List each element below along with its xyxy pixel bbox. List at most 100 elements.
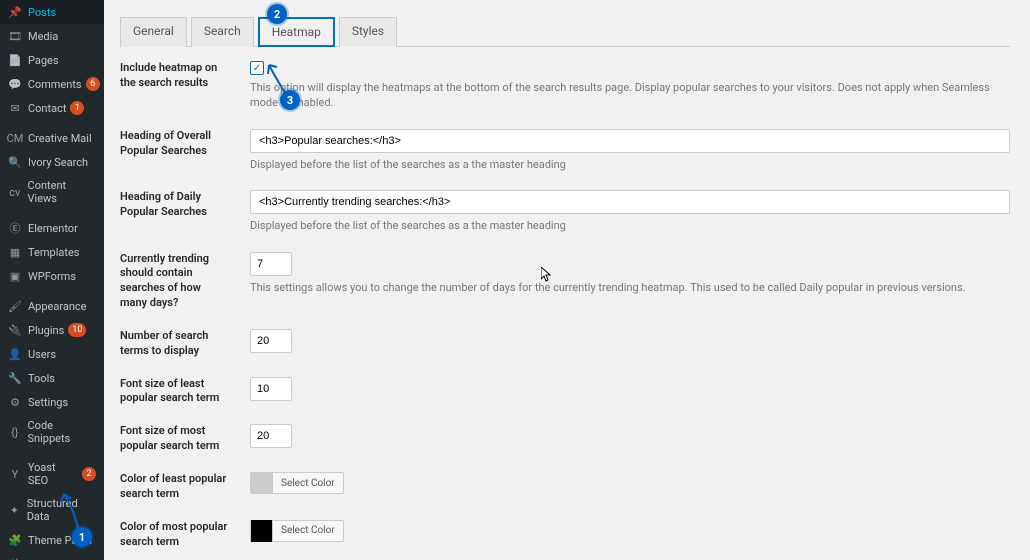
desc-heading-overall: Displayed before the list of the searche…	[250, 157, 1010, 172]
media-icon: 🎞	[8, 29, 22, 43]
sidebar-item-yoast-seo[interactable]: Y Yoast SEO 2	[0, 456, 104, 492]
content-views-icon: cv	[8, 185, 22, 199]
checkbox-include-heatmap[interactable]: ✓	[250, 61, 264, 75]
desc-trending-days: This settings allows you to change the n…	[250, 280, 1010, 295]
sidebar-item-label: Structured Data	[27, 497, 96, 523]
field-include-heatmap: Include heatmap on the search results ✓ …	[120, 61, 1010, 111]
sidebar-item-plugins[interactable]: 🔌Plugins10	[0, 318, 104, 342]
sidebar-item-label: Ivory Search	[28, 156, 88, 169]
contact-icon: ✉	[8, 101, 22, 115]
input-font-least[interactable]	[250, 377, 292, 401]
sidebar-item-label: Tools	[28, 372, 55, 385]
templates-icon: ▦	[8, 245, 22, 259]
main-content: GeneralSearchHeatmapStyles Include heatm…	[104, 0, 1030, 560]
color-button-label: Select Color	[273, 525, 343, 536]
label-heading-daily: Heading of Daily Popular Searches	[120, 190, 250, 233]
label-heading-overall: Heading of Overall Popular Searches	[120, 129, 250, 172]
field-font-most: Font size of most popular search term	[120, 424, 1010, 454]
input-font-most[interactable]	[250, 424, 292, 448]
sidebar-item-rich-snippets[interactable]: ✨Rich Snippets	[0, 552, 104, 560]
color-button-label: Select Color	[273, 478, 343, 489]
sidebar-item-contact[interactable]: ✉ Contact 1	[0, 96, 104, 120]
tab-heatmap[interactable]: Heatmap	[258, 17, 335, 47]
sidebar-item-templates[interactable]: ▦ Templates	[0, 240, 104, 264]
label-include-heatmap: Include heatmap on the search results	[120, 61, 250, 111]
sidebar-item-label: WPForms	[28, 270, 76, 283]
sidebar-item-label: Users	[28, 348, 56, 361]
comments-icon: 💬	[8, 77, 22, 91]
sidebar-item-media[interactable]: 🎞 Media	[0, 24, 104, 48]
color-swatch-most	[251, 520, 273, 542]
settings-tabs: GeneralSearchHeatmapStyles	[120, 16, 1010, 47]
sidebar-item-label: Creative Mail	[28, 132, 92, 145]
sidebar-item-ivory-search[interactable]: 🔍 Ivory Search	[0, 150, 104, 174]
color-swatch-least	[251, 472, 273, 494]
admin-sidebar: 📌Posts🎞Media📄Pages💬Comments6✉Contact1CMC…	[0, 0, 104, 560]
field-font-least: Font size of least popular search term	[120, 377, 1010, 407]
desc-include-heatmap: This option will display the heatmaps at…	[250, 80, 1010, 111]
sidebar-item-wpforms[interactable]: ▣ WPForms	[0, 264, 104, 288]
sidebar-item-label: Pages	[28, 54, 59, 67]
yoast-seo-icon: Y	[8, 467, 22, 481]
color-picker-most[interactable]: Select Color	[250, 520, 344, 542]
sidebar-item-label: Settings	[28, 396, 68, 409]
label-color-most: Color of most popular search term	[120, 520, 250, 550]
desc-heading-daily: Displayed before the list of the searche…	[250, 218, 1010, 233]
appearance-icon: 🖌	[8, 299, 22, 313]
sidebar-item-appearance[interactable]: 🖌 Appearance	[0, 294, 104, 318]
tools-icon: 🔧	[8, 371, 22, 385]
field-color-most: Color of most popular search term Select…	[120, 520, 1010, 550]
sidebar-item-settings[interactable]: ⚙ Settings	[0, 390, 104, 414]
sidebar-item-label: Comments	[28, 78, 82, 91]
badge: 1	[70, 101, 84, 115]
sidebar-item-label: Yoast SEO	[28, 461, 78, 487]
marker-2: 2	[267, 4, 287, 24]
sidebar-item-label: Code Snippets	[28, 419, 96, 445]
code-snippets-icon: {}	[8, 425, 22, 439]
sidebar-item-label: Plugins	[28, 324, 64, 337]
tab-styles[interactable]: Styles	[339, 17, 397, 47]
sidebar-item-elementor[interactable]: ⒺElementor	[0, 216, 104, 240]
creative-mail-icon: CM	[8, 131, 22, 145]
input-trending-days[interactable]	[250, 252, 292, 276]
structured-data-icon: ✦	[8, 503, 21, 517]
field-heading-overall: Heading of Overall Popular Searches Disp…	[120, 129, 1010, 172]
sidebar-item-label: Content Views	[28, 179, 96, 205]
plugins-icon: 🔌	[8, 323, 22, 337]
sidebar-item-users[interactable]: 👤 Users	[0, 342, 104, 366]
input-heading-overall[interactable]	[250, 129, 1010, 153]
sidebar-item-pages[interactable]: 📄 Pages	[0, 48, 104, 72]
badge: 2	[82, 467, 96, 481]
sidebar-item-code-snippets[interactable]: {} Code Snippets	[0, 414, 104, 450]
sidebar-item-comments[interactable]: 💬 Comments 6	[0, 72, 104, 96]
sidebar-item-structured-data[interactable]: ✦ Structured Data	[0, 492, 104, 528]
sidebar-item-label: Appearance	[28, 300, 87, 313]
marker-3: 3	[280, 90, 300, 110]
field-heading-daily: Heading of Daily Popular Searches Displa…	[120, 190, 1010, 233]
sidebar-item-label: Media	[28, 30, 58, 43]
sidebar-item-creative-mail[interactable]: CM Creative Mail	[0, 126, 104, 150]
pages-icon: 📄	[8, 53, 22, 67]
input-num-terms[interactable]	[250, 329, 292, 353]
sidebar-item-label: Templates	[28, 246, 79, 259]
sidebar-item-label: Contact	[28, 102, 66, 115]
label-trending-days: Currently trending should contain search…	[120, 252, 250, 311]
field-color-least: Color of least popular search term Selec…	[120, 472, 1010, 502]
users-icon: 👤	[8, 347, 22, 361]
label-color-least: Color of least popular search term	[120, 472, 250, 502]
settings-icon: ⚙	[8, 395, 22, 409]
field-num-terms: Number of search terms to display	[120, 329, 1010, 359]
badge: 6	[86, 77, 100, 91]
elementor-icon: Ⓔ	[8, 221, 22, 235]
color-picker-least[interactable]: Select Color	[250, 472, 344, 494]
tab-search[interactable]: Search	[191, 17, 254, 47]
tab-general[interactable]: General	[120, 17, 187, 47]
input-heading-daily[interactable]	[250, 190, 1010, 214]
sidebar-item-tools[interactable]: 🔧 Tools	[0, 366, 104, 390]
label-font-least: Font size of least popular search term	[120, 377, 250, 407]
wpforms-icon: ▣	[8, 269, 22, 283]
ivory-search-icon: 🔍	[8, 155, 22, 169]
theme-panel-icon: 🧩	[8, 533, 22, 547]
sidebar-item-content-views[interactable]: cv Content Views	[0, 174, 104, 210]
sidebar-item-posts[interactable]: 📌Posts	[0, 0, 104, 24]
